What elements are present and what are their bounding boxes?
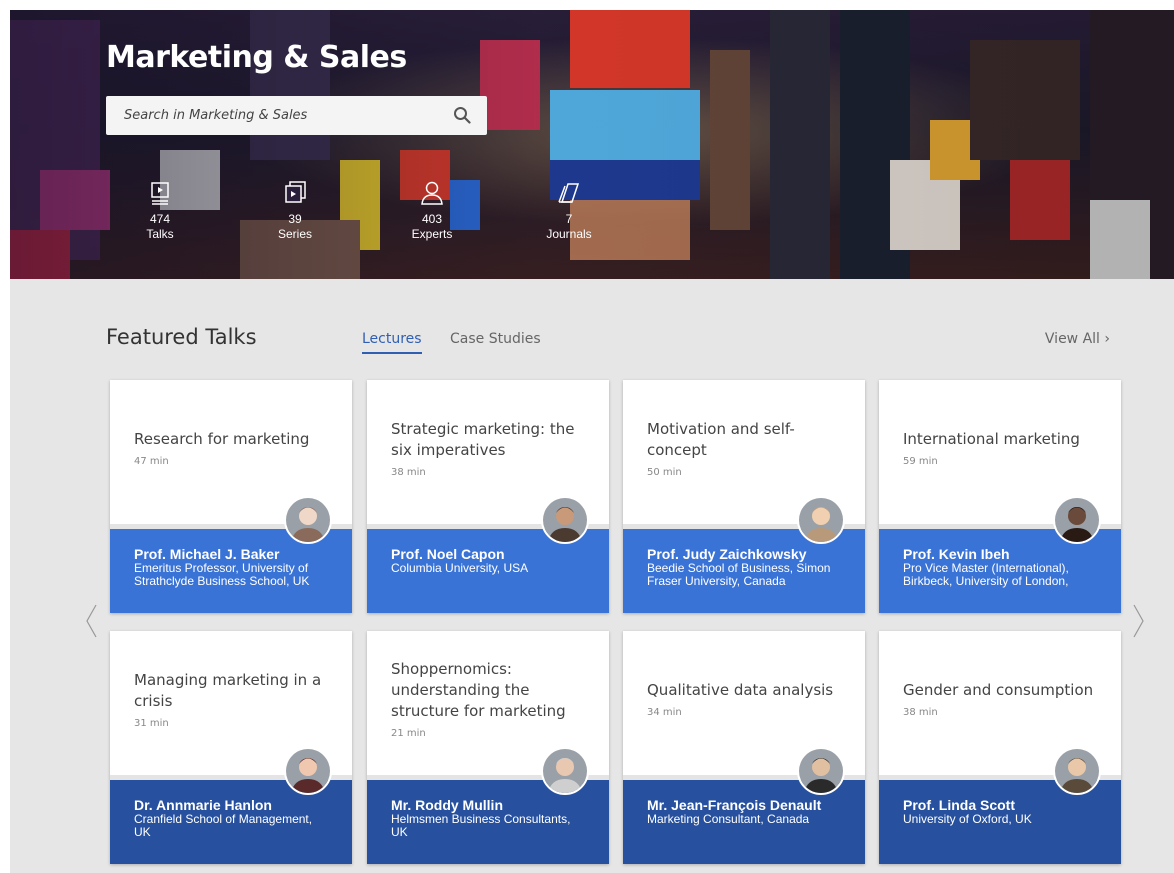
speaker-affiliation: Columbia University, USA <box>391 561 529 575</box>
speaker-avatar <box>797 496 845 544</box>
talk-title[interactable]: Managing marketing in a crisis <box>134 670 334 712</box>
talk-title[interactable]: Research for marketing <box>134 429 334 450</box>
speaker-name[interactable]: Prof. Michael J. Baker <box>134 547 328 562</box>
talk-title[interactable]: Qualitative data analysis <box>647 680 847 701</box>
speaker-name[interactable]: Mr. Roddy Mullin <box>391 798 585 813</box>
search-box[interactable] <box>106 96 487 135</box>
talk-title[interactable]: Gender and consumption <box>903 680 1103 701</box>
video-play-icon <box>151 182 169 205</box>
talk-duration: 38 min <box>903 707 938 718</box>
speaker-affiliation: Helmsmen Business Consultants, UK <box>391 812 571 839</box>
speaker-affiliation: Marketing Consultant, Canada <box>647 812 810 826</box>
stat-experts-count: 403 <box>421 212 443 226</box>
speaker-avatar <box>1053 496 1101 544</box>
talk-card[interactable]: International marketing 59 min Prof. Kevin… <box>879 380 1121 613</box>
speaker-avatar <box>797 747 845 795</box>
talk-title[interactable]: International marketing <box>903 429 1103 450</box>
carousel-prev-arrow[interactable] <box>84 603 98 639</box>
stat-experts[interactable]: 403 Experts <box>392 180 472 242</box>
talk-title[interactable]: Motivation and self-concept <box>647 419 847 461</box>
speaker-avatar <box>284 747 332 795</box>
talk-duration: 50 min <box>647 466 682 478</box>
stat-talks-count: 474 <box>149 212 171 226</box>
stat-experts-label: Experts <box>411 227 453 241</box>
speaker-name[interactable]: Mr. Jean-François Denault <box>647 798 841 813</box>
talk-card[interactable]: Gender and consumption 38 min Prof. Linda … <box>879 631 1121 864</box>
speaker-name[interactable]: Prof. Kevin Ibeh <box>903 547 1097 562</box>
expert-person-icon <box>421 181 443 205</box>
talk-duration: 34 min <box>647 707 682 718</box>
stat-journals-label: Journals <box>546 227 592 241</box>
series-stack-icon <box>285 181 306 203</box>
speaker-affiliation: Cranfield School of Management, UK <box>134 812 313 839</box>
talk-title[interactable]: Shoppernomics: understanding the structu… <box>391 659 591 722</box>
tab-lectures[interactable]: Lectures <box>362 331 422 354</box>
stat-series[interactable]: 39 Series <box>255 180 335 242</box>
speaker-avatar <box>284 496 332 544</box>
speaker-name[interactable]: Prof. Judy Zaichkowsky <box>647 547 841 562</box>
talk-card[interactable]: Qualitative data analysis 34 min Mr. Jean-… <box>623 631 865 864</box>
stat-series-count: 39 <box>288 212 302 226</box>
stat-talks[interactable]: 474 Talks <box>120 180 200 242</box>
speaker-avatar <box>541 747 589 795</box>
carousel-next-arrow[interactable] <box>1132 603 1146 639</box>
search-input[interactable] <box>106 96 426 135</box>
speaker-affiliation: Pro Vice Master (International), Birkbec… <box>903 561 1069 588</box>
hero-banner: Marketing & Sales 474 Talks 39 Series <box>10 10 1174 279</box>
section-title: Featured Talks <box>106 325 257 349</box>
tab-case-studies[interactable]: Case Studies <box>450 331 541 352</box>
talk-card[interactable]: Strategic marketing: the six imperatives… <box>367 380 609 613</box>
speaker-name[interactable]: Prof. Noel Capon <box>391 547 585 562</box>
view-all-label: View All <box>1044 331 1100 347</box>
speaker-avatar <box>1053 747 1101 795</box>
stat-journals-count: 7 <box>565 212 573 226</box>
speaker-affiliation: Beedie School of Business, Simon Fraser … <box>647 561 831 588</box>
talk-title[interactable]: Strategic marketing: the six imperatives <box>391 419 591 461</box>
speaker-name[interactable]: Prof. Linda Scott <box>903 798 1097 813</box>
chevron-right-icon: › <box>1104 331 1110 347</box>
search-icon[interactable] <box>453 106 471 124</box>
speaker-affiliation: Emeritus Professor, University of Strath… <box>134 561 310 588</box>
talk-duration: 21 min <box>391 728 426 739</box>
speaker-name[interactable]: Dr. Annmarie Hanlon <box>134 798 328 813</box>
talk-duration: 31 min <box>134 717 169 729</box>
talk-duration: 59 min <box>903 456 938 467</box>
view-all-link[interactable]: View All › <box>1045 331 1110 347</box>
journals-icon <box>558 183 580 203</box>
talk-card[interactable]: Shoppernomics: understanding the structu… <box>367 631 609 864</box>
stat-series-label: Series <box>277 227 312 241</box>
talk-card[interactable]: Motivation and self-concept 50 min Prof. J… <box>623 380 865 613</box>
featured-talks-section: Featured Talks Lectures Case Studies Vie… <box>10 279 1174 873</box>
talk-card[interactable]: Research for marketing 47 min Prof. Michae… <box>110 380 352 613</box>
talk-card[interactable]: Managing marketing in a crisis 31 min Dr. … <box>110 631 352 864</box>
speaker-avatar <box>541 496 589 544</box>
page-title: Marketing & Sales <box>106 40 407 75</box>
talk-duration: 38 min <box>391 466 426 478</box>
talk-duration: 47 min <box>134 456 169 467</box>
stat-talks-label: Talks <box>146 227 174 241</box>
stat-journals[interactable]: 7 Journals <box>529 180 609 242</box>
speaker-affiliation: University of Oxford, UK <box>903 812 1032 826</box>
